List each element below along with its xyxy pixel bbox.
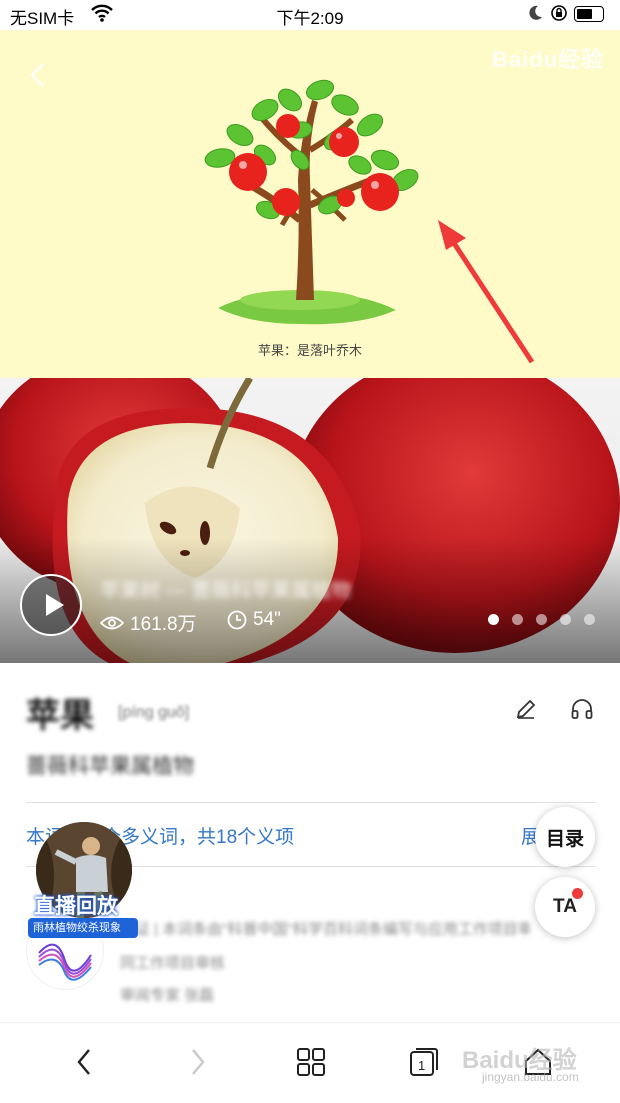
- notification-badge: [572, 888, 583, 899]
- play-button[interactable]: [20, 574, 82, 636]
- rotation-lock-icon: [551, 5, 567, 21]
- entry-pinyin: [píng guǒ]: [118, 704, 190, 721]
- carousel-dot[interactable]: [584, 614, 595, 625]
- duration-value: 54": [253, 609, 281, 630]
- divider: [26, 802, 596, 803]
- clock: 下午2:09: [276, 9, 344, 28]
- video-cover[interactable]: [0, 378, 620, 663]
- apple-photo: [0, 378, 620, 663]
- tabs-icon[interactable]: 1: [408, 1046, 440, 1078]
- entry-title: 苹果: [26, 697, 94, 735]
- author-credential: 认证 | 本词条由"科普中国"科学百科词条编写与应用工作项目审核: [120, 921, 530, 938]
- clock-icon: [227, 610, 247, 630]
- svg-text:1: 1: [418, 1058, 425, 1073]
- author-credential-cont: 同工作项目审核: [120, 955, 226, 972]
- watermark-url: jingyan.baidu.com: [482, 1070, 579, 1084]
- status-bar: 无SIM卡 下午2:09: [0, 0, 620, 30]
- carousel-dot[interactable]: [560, 614, 571, 625]
- carousel-dot[interactable]: [488, 614, 499, 625]
- live-replay-subtitle: 雨林植物绞杀现象: [28, 918, 138, 938]
- carousel-dot[interactable]: [512, 614, 523, 625]
- headphones-icon[interactable]: [570, 697, 594, 721]
- nav-back-icon[interactable]: [74, 1046, 94, 1078]
- ta-button[interactable]: TA: [535, 877, 595, 937]
- entry-subtitle: 蔷薇科苹果属植物: [26, 755, 194, 778]
- toc-button[interactable]: 目录: [535, 807, 595, 867]
- illustration-caption: 苹果：是落叶乔木: [257, 343, 362, 358]
- edit-icon[interactable]: [514, 697, 538, 721]
- carousel-dot[interactable]: [536, 614, 547, 625]
- moon-icon: [529, 5, 542, 20]
- nav-forward-icon[interactable]: [188, 1046, 208, 1078]
- grid-menu-icon[interactable]: [296, 1046, 326, 1078]
- view-count: 161.8万: [100, 609, 197, 636]
- video-title: 苹果树 — 蔷薇科苹果属植物: [100, 580, 352, 602]
- battery-icon: [574, 6, 604, 22]
- live-replay-label[interactable]: 直播回放: [34, 890, 118, 920]
- apple-tree-illustration: [204, 79, 535, 364]
- watermark: Baidu经验: [492, 47, 605, 72]
- back-arrow-icon[interactable]: [28, 62, 46, 88]
- video-duration: 54": [227, 609, 281, 631]
- eye-icon: [100, 616, 124, 629]
- view-count-value: 161.8万: [130, 614, 197, 635]
- reviewer-name: 审阅专家 张磊: [120, 987, 215, 1004]
